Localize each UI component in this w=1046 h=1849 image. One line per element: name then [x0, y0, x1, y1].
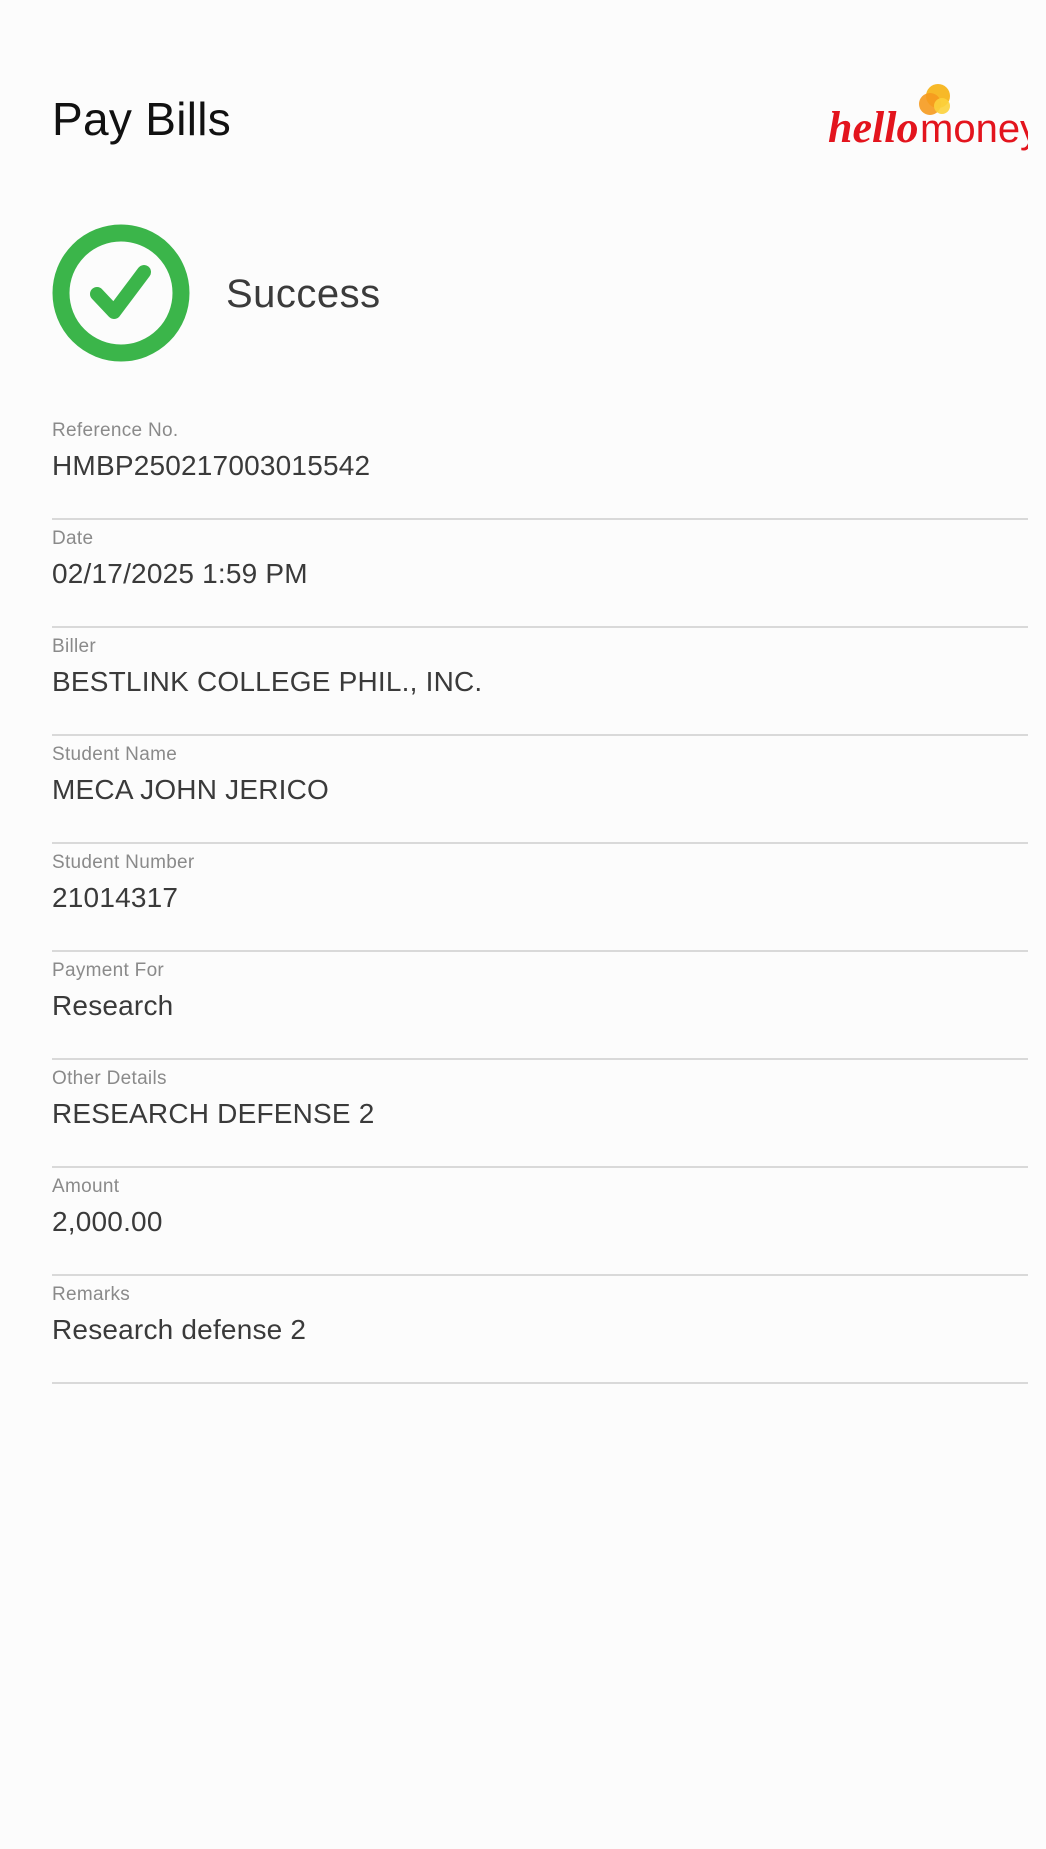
field-label: Date	[52, 528, 94, 549]
field-remarks: Remarks Research defense 2	[52, 1276, 1028, 1384]
field-value: RESEARCH DEFENSE 2	[52, 1098, 375, 1129]
field-reference-no: Reference No. HMBP250217003015542	[52, 412, 1028, 520]
field-label: Amount	[52, 1176, 120, 1197]
transaction-details: Reference No. HMBP250217003015542 Date 0…	[52, 412, 1028, 1384]
status-text: Success	[226, 272, 381, 316]
field-value: 21014317	[52, 882, 179, 913]
field-other-details: Other Details RESEARCH DEFENSE 2	[52, 1060, 1028, 1168]
status-banner: Success	[52, 224, 652, 364]
hellomoney-logo: hello money	[828, 78, 1028, 158]
field-label: Student Number	[52, 852, 195, 873]
field-biller: Biller BESTLINK COLLEGE PHIL., INC.	[52, 628, 1028, 736]
logo-text-hello: hello	[828, 103, 918, 152]
field-value: Research defense 2	[52, 1314, 307, 1345]
check-circle-icon	[52, 224, 190, 362]
field-value: 2,000.00	[52, 1206, 163, 1237]
field-date: Date 02/17/2025 1:59 PM	[52, 520, 1028, 628]
field-value: MECA JOHN JERICO	[52, 774, 330, 805]
field-label: Student Name	[52, 744, 178, 765]
header: Pay Bills hello money	[52, 84, 1028, 162]
field-amount: Amount 2,000.00	[52, 1168, 1028, 1276]
field-label: Payment For	[52, 960, 165, 981]
field-payment-for: Payment For Research	[52, 952, 1028, 1060]
field-label: Biller	[52, 636, 97, 657]
page-title: Pay Bills	[52, 93, 232, 145]
field-value: HMBP250217003015542	[52, 450, 371, 481]
logo-text-money: money	[920, 107, 1028, 151]
field-student-number: Student Number 21014317	[52, 844, 1028, 952]
field-student-name: Student Name MECA JOHN JERICO	[52, 736, 1028, 844]
field-label: Other Details	[52, 1068, 167, 1089]
field-label: Reference No.	[52, 420, 179, 441]
field-label: Remarks	[52, 1284, 131, 1305]
field-value: Research	[52, 990, 174, 1021]
field-value: BESTLINK COLLEGE PHIL., INC.	[52, 666, 483, 697]
field-value: 02/17/2025 1:59 PM	[52, 558, 308, 589]
